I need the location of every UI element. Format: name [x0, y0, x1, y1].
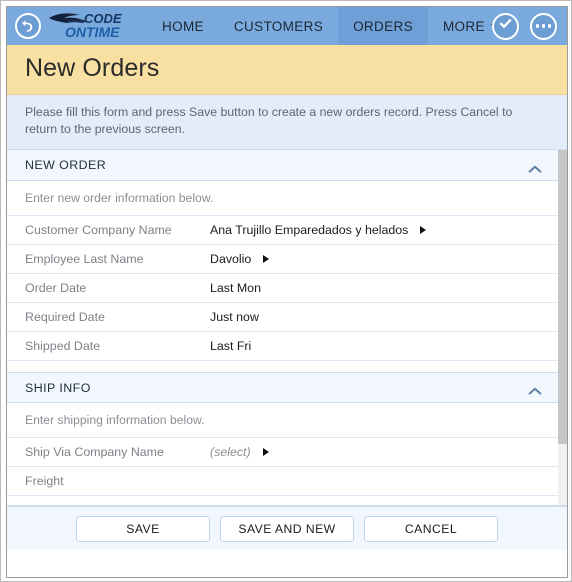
field-row-shipped-date[interactable]: Shipped Date Last Fri: [7, 332, 558, 361]
field-row-employee-last-name[interactable]: Employee Last Name Davolio: [7, 245, 558, 274]
lookup-arrow-icon[interactable]: [263, 255, 270, 263]
field-row-customer-company-name[interactable]: Customer Company Name Ana Trujillo Empar…: [7, 216, 558, 245]
cancel-button[interactable]: CANCEL: [364, 515, 498, 542]
code-ontime-logo[interactable]: CODE ONTIME: [47, 9, 133, 43]
field-row-freight[interactable]: Freight: [7, 467, 558, 496]
field-value-order-date[interactable]: Last Mon: [210, 281, 261, 295]
lookup-arrow-icon[interactable]: [262, 448, 269, 456]
chevron-up-icon[interactable]: [528, 383, 542, 395]
app-viewport: CODE ONTIME HOME CUSTOMERS ORDERS MORE N…: [6, 6, 568, 578]
section-header-ship-info[interactable]: SHIP INFO: [7, 372, 558, 403]
field-row-ship-name[interactable]: Ship Name: [7, 496, 558, 505]
field-label-shipped-date: Shipped Date: [25, 339, 101, 353]
section-title-ship-info: SHIP INFO: [25, 380, 91, 395]
ellipsis-circle-icon: [535, 24, 552, 28]
wing-swoosh-icon: [49, 13, 87, 23]
lookup-arrow-icon[interactable]: [420, 226, 427, 234]
nav-tab-orders[interactable]: ORDERS: [338, 7, 428, 45]
field-row-ship-via-company-name[interactable]: Ship Via Company Name (select): [7, 438, 558, 467]
nav-tab-home-label: HOME: [162, 18, 204, 34]
page-title: New Orders: [7, 45, 567, 95]
form-instructions: Please fill this form and press Save but…: [7, 95, 567, 150]
nav-tab-more-label: MORE: [442, 18, 485, 34]
nav-tab-orders-label: ORDERS: [353, 18, 413, 34]
nav-right-actions: [492, 12, 561, 40]
field-value-employee-last-name[interactable]: Davolio: [210, 252, 270, 266]
field-row-required-date[interactable]: Required Date Just now: [7, 303, 558, 332]
undo-arrow-icon: [20, 18, 36, 34]
form-action-bar: SAVE SAVE AND NEW CANCEL: [7, 506, 567, 550]
save-button[interactable]: SAVE: [76, 515, 210, 542]
nav-tab-list: HOME CUSTOMERS ORDERS MORE: [147, 7, 499, 45]
field-label-customer-company-name: Customer Company Name: [25, 223, 172, 237]
field-text-customer-company-name: Ana Trujillo Emparedados y helados: [210, 223, 409, 237]
confirm-button[interactable]: [492, 12, 519, 40]
field-label-freight: Freight: [25, 474, 64, 488]
nav-tab-customers[interactable]: CUSTOMERS: [219, 7, 338, 45]
more-options-button[interactable]: [530, 12, 557, 40]
logo-ontime-text: ONTIME: [65, 24, 120, 40]
field-value-customer-company-name[interactable]: Ana Trujillo Emparedados y helados: [210, 223, 427, 237]
field-value-ship-via-company-name[interactable]: (select): [210, 445, 269, 459]
field-value-shipped-date[interactable]: Last Fri: [210, 339, 251, 353]
back-button[interactable]: [15, 13, 41, 39]
browser-window: CODE ONTIME HOME CUSTOMERS ORDERS MORE N…: [0, 0, 572, 582]
field-label-ship-via-company-name: Ship Via Company Name: [25, 445, 164, 459]
vertical-scrollbar-track[interactable]: [558, 150, 567, 505]
nav-tab-customers-label: CUSTOMERS: [233, 18, 324, 34]
field-value-required-date[interactable]: Just now: [210, 310, 259, 324]
top-navigation-bar: CODE ONTIME HOME CUSTOMERS ORDERS MORE: [7, 7, 567, 45]
save-and-new-button[interactable]: SAVE AND NEW: [220, 515, 354, 542]
chevron-up-icon[interactable]: [528, 161, 542, 173]
field-label-employee-last-name: Employee Last Name: [25, 252, 144, 266]
vertical-scrollbar-thumb[interactable]: [558, 150, 567, 444]
section-note-new-order: Enter new order information below.: [7, 181, 558, 216]
field-label-order-date: Order Date: [25, 281, 87, 295]
field-text-ship-via-company-name: (select): [210, 445, 251, 459]
form-content: NEW ORDER Enter new order information be…: [7, 150, 558, 505]
section-header-new-order[interactable]: NEW ORDER: [7, 150, 558, 181]
field-row-order-date[interactable]: Order Date Last Mon: [7, 274, 558, 303]
section-divider-gap: [7, 361, 558, 372]
form-scroll-region: NEW ORDER Enter new order information be…: [7, 150, 567, 506]
field-label-required-date: Required Date: [25, 310, 105, 324]
checkmark-circle-icon: [498, 16, 513, 36]
section-title-new-order: NEW ORDER: [25, 158, 107, 172]
field-text-employee-last-name: Davolio: [210, 252, 252, 266]
section-note-ship-info: Enter shipping information below.: [7, 403, 558, 438]
field-label-ship-name: Ship Name: [25, 503, 210, 505]
nav-tab-home[interactable]: HOME: [147, 7, 219, 45]
